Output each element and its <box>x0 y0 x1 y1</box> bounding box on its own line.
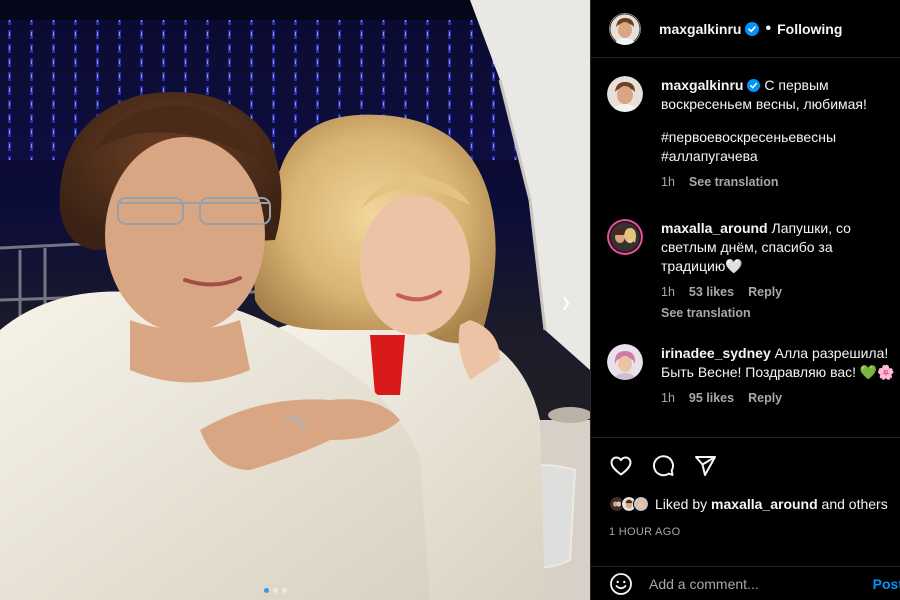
comment-meta: 1h 95 likes Reply <box>661 389 897 408</box>
add-comment-bar: Post <box>591 566 900 600</box>
add-comment-input[interactable] <box>649 575 879 592</box>
post-actions: Liked by maxalla_around and others 1 HOU… <box>591 437 900 567</box>
caption-item: maxgalkinru С первым воскресеньем весны,… <box>607 76 899 192</box>
author-username-text[interactable]: maxgalkinru <box>659 21 741 37</box>
comment-likes[interactable]: 53 likes <box>689 283 734 302</box>
comment-body: maxalla_around Лапушки, со светлым днём,… <box>661 219 897 323</box>
comment-item: irinadee_sydney Алла разрешила! Быть Вес… <box>607 344 899 408</box>
post-comment-button[interactable]: Post <box>873 576 900 592</box>
carousel-next-button[interactable]: ❯ <box>553 289 579 315</box>
comments-list[interactable]: maxgalkinru С первым воскресеньем весны,… <box>591 59 900 437</box>
caption-meta: 1h See translation <box>661 173 897 192</box>
following-button[interactable]: Following <box>777 21 842 37</box>
comment-item: maxalla_around Лапушки, со светлым днём,… <box>607 219 899 323</box>
verified-badge-icon <box>747 79 761 92</box>
comment-time: 1h <box>661 391 675 405</box>
see-translation-button[interactable]: See translation <box>661 304 897 323</box>
author-username[interactable]: maxgalkinru <box>659 21 760 37</box>
liker-avatars <box>609 496 649 512</box>
caption-time: 1h <box>661 175 675 189</box>
commenter-avatar[interactable] <box>607 344 643 380</box>
reply-button[interactable]: Reply <box>748 283 782 302</box>
post-photo[interactable]: ❯ <box>0 0 590 600</box>
commenter-avatar[interactable] <box>607 219 643 255</box>
carousel-dot-active <box>264 588 269 593</box>
header-separator: • <box>765 19 772 37</box>
share-icon[interactable] <box>693 454 717 478</box>
caption-text-block: maxgalkinru С первым воскресеньем весны,… <box>661 76 897 114</box>
comment-icon[interactable] <box>651 454 675 478</box>
liked-by-user[interactable]: maxalla_around <box>711 496 818 512</box>
liker-avatar[interactable] <box>633 496 649 512</box>
caption-author-avatar[interactable] <box>607 76 643 112</box>
carousel-dot <box>282 588 287 593</box>
caption-hashtags[interactable]: #первоевоскресеньевесны #аллапугачева <box>661 128 871 166</box>
reply-button[interactable]: Reply <box>748 389 782 408</box>
liked-by-prefix: Liked by <box>655 496 708 512</box>
caption-username[interactable]: maxgalkinru <box>661 77 743 93</box>
comment-username[interactable]: maxalla_around <box>661 220 768 236</box>
comment-meta: 1h 53 likes Reply <box>661 283 897 302</box>
verified-badge-icon <box>745 21 760 36</box>
liked-by-others[interactable]: and others <box>822 496 888 512</box>
post-timestamp[interactable]: 1 HOUR AGO <box>609 526 680 538</box>
post-header: maxgalkinru • Following <box>591 0 900 58</box>
caption-body: maxgalkinru С первым воскресеньем весны,… <box>661 76 897 192</box>
comment-likes[interactable]: 95 likes <box>689 389 734 408</box>
see-translation-button[interactable]: See translation <box>689 173 779 192</box>
chevron-right-icon: ❯ <box>560 294 572 310</box>
post-image <box>0 0 590 600</box>
comment-time: 1h <box>661 285 675 299</box>
heart-icon[interactable] <box>609 454 633 478</box>
comment-body: irinadee_sydney Алла разрешила! Быть Вес… <box>661 344 897 408</box>
author-avatar[interactable] <box>609 12 641 45</box>
comment-username[interactable]: irinadee_sydney <box>661 345 771 361</box>
carousel-dot <box>273 588 278 593</box>
post-sidebar: maxgalkinru • Following maxgalkinru С пе… <box>590 0 900 600</box>
action-icons <box>609 454 717 478</box>
likes-summary: Liked by maxalla_around and others <box>609 496 888 512</box>
emoji-icon[interactable] <box>609 572 633 596</box>
carousel-dots <box>264 588 287 593</box>
